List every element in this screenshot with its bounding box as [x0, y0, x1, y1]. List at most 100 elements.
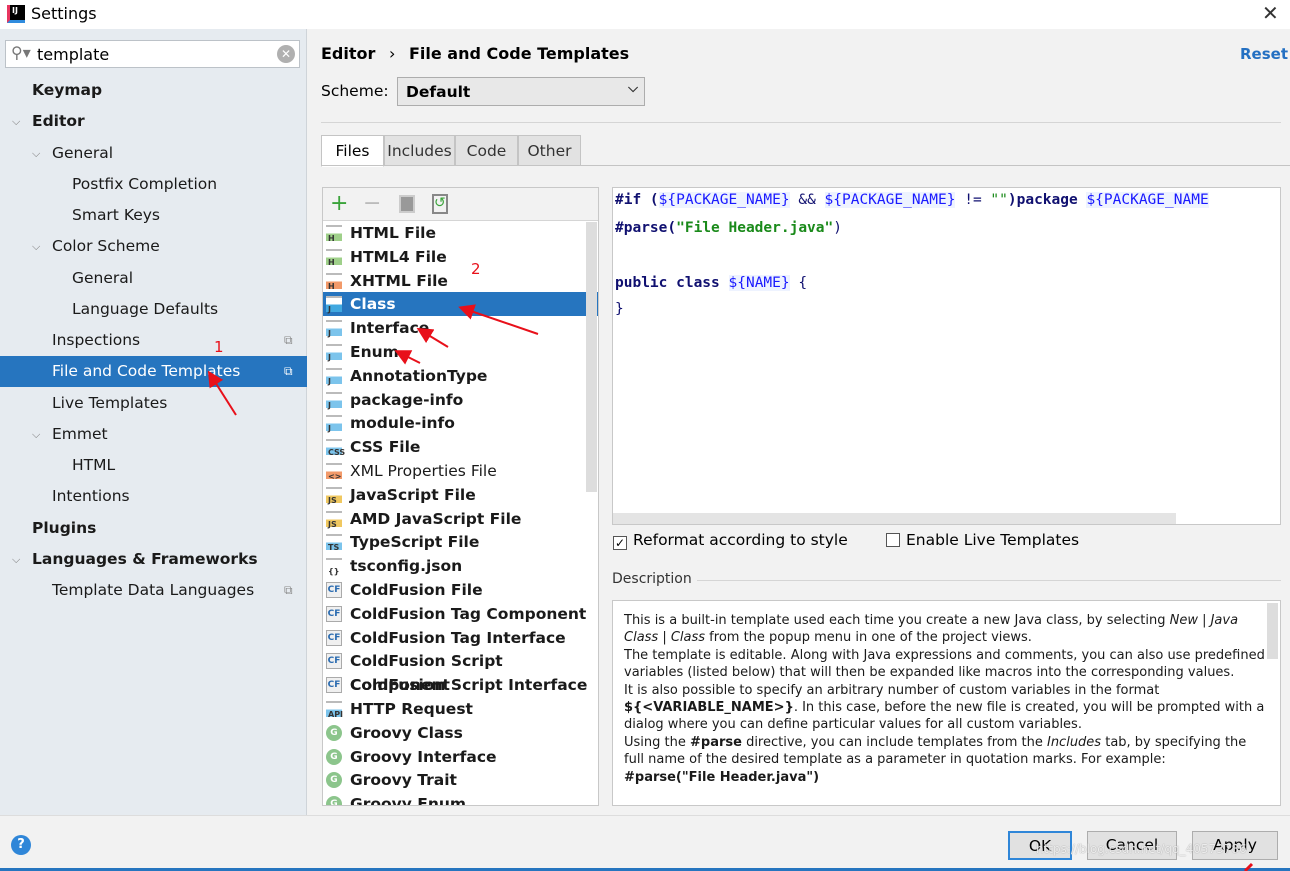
- expand-arrow-icon[interactable]: ⌵: [32, 419, 40, 450]
- scheme-dropdown[interactable]: Default ⌵: [397, 77, 645, 106]
- file-type-icon: J: [326, 367, 342, 385]
- sidebar-item-emmet[interactable]: ⌵ Emmet: [0, 419, 307, 450]
- template-item[interactable]: G Groovy Class: [323, 721, 598, 745]
- code-line-5: }: [615, 301, 624, 317]
- close-window-button[interactable]: ✕: [1262, 1, 1279, 25]
- expand-arrow-icon[interactable]: ⌵: [32, 231, 40, 262]
- file-type-icon: CF: [326, 629, 342, 646]
- template-item[interactable]: CF ColdFusion Tag Component: [323, 602, 598, 626]
- file-type-icon: J: [326, 296, 342, 314]
- sidebar-item-postfix-completion[interactable]: Postfix Completion: [0, 169, 307, 200]
- add-template-button[interactable]: +: [330, 191, 348, 216]
- template-name: AnnotationType: [350, 366, 488, 385]
- divider: [697, 580, 1281, 581]
- file-type-icon: {}: [326, 558, 342, 576]
- sidebar-item-color-scheme[interactable]: ⌵ Color Scheme: [0, 231, 307, 262]
- sidebar-item-template-data-languages[interactable]: Template Data Languages ⧉: [0, 575, 307, 606]
- help-button[interactable]: ?: [11, 835, 31, 855]
- settings-search-input[interactable]: ⚲▾ template ✕: [5, 40, 300, 68]
- list-toolbar: + − ↺: [323, 188, 598, 221]
- template-item[interactable]: Jpackage-info: [323, 388, 598, 412]
- tab-code[interactable]: Code: [455, 135, 518, 166]
- clear-search-icon[interactable]: ✕: [277, 45, 295, 63]
- scheme-value: Default: [406, 83, 471, 101]
- checkbox-checked-icon: ✓: [613, 536, 627, 550]
- sidebar-item-smart-keys[interactable]: Smart Keys: [0, 200, 307, 231]
- template-item[interactable]: Jmodule-info: [323, 411, 598, 435]
- sidebar-item-file-and-code-templates[interactable]: File and Code Templates ⧉: [0, 356, 307, 388]
- sidebar-item-label: Template Data Languages: [52, 581, 255, 599]
- template-name: AMD JavaScript File: [350, 509, 522, 528]
- template-name: HTML4 File: [350, 247, 447, 266]
- sidebar-item-intentions[interactable]: Intentions: [0, 481, 307, 512]
- sidebar-item-keymap[interactable]: Keymap: [0, 75, 307, 106]
- template-item[interactable]: H HTML File: [323, 221, 598, 245]
- template-name: HTTP Request: [350, 700, 473, 718]
- template-item[interactable]: JS JavaScript File: [323, 483, 598, 507]
- template-item[interactable]: CSS CSS File: [323, 435, 598, 459]
- code-line-2: #parse("File Header.java"): [615, 220, 842, 236]
- remove-template-button[interactable]: −: [363, 191, 381, 216]
- live-templates-label: Enable Live Templates: [906, 531, 1080, 549]
- file-type-icon: J: [326, 391, 342, 409]
- template-item[interactable]: G Groovy Interface: [323, 745, 598, 769]
- code-token: &&: [789, 192, 825, 208]
- sidebar-item-live-templates[interactable]: Live Templates: [0, 388, 307, 419]
- reformat-checkbox[interactable]: ✓ Reformat according to style: [613, 531, 848, 550]
- template-item[interactable]: J AnnotationType: [323, 364, 598, 388]
- sidebar-item-general[interactable]: ⌵ General: [0, 138, 307, 169]
- copy-template-button[interactable]: [399, 195, 415, 213]
- template-item[interactable]: J Enum: [323, 340, 598, 364]
- description-scrollbar[interactable]: [1267, 603, 1278, 659]
- reset-link[interactable]: Reset: [1240, 45, 1288, 63]
- template-item[interactable]: CF ColdFusion Script Interface: [323, 673, 598, 697]
- search-value[interactable]: template: [37, 45, 109, 64]
- expand-arrow-icon[interactable]: ⌵: [32, 138, 40, 169]
- sidebar-item-plugins[interactable]: Plugins: [0, 513, 307, 544]
- editor-horizontal-scrollbar[interactable]: [613, 513, 1176, 524]
- sidebar-item-general[interactable]: General: [0, 263, 307, 294]
- sidebar-item-languages-frameworks[interactable]: ⌵ Languages & Frameworks: [0, 544, 307, 575]
- tab-other[interactable]: Other: [518, 135, 581, 166]
- template-item[interactable]: J Interface: [323, 316, 598, 340]
- sidebar-item-html[interactable]: HTML: [0, 450, 307, 481]
- template-name: TypeScript File: [350, 533, 480, 552]
- file-type-icon: G: [326, 748, 342, 765]
- template-item[interactable]: CF ColdFusion File: [323, 578, 598, 602]
- list-scrollbar[interactable]: [586, 222, 597, 492]
- tab-files[interactable]: Files: [321, 135, 384, 167]
- template-name: Enum: [350, 343, 399, 361]
- template-item[interactable]: JS AMD JavaScript File: [323, 507, 598, 531]
- file-type-icon: JS: [326, 510, 342, 528]
- template-item[interactable]: G Groovy Enum: [323, 792, 598, 805]
- template-item[interactable]: API HTTP Request: [323, 697, 598, 721]
- template-item[interactable]: J Class: [323, 292, 598, 317]
- enable-live-templates-checkbox[interactable]: Enable Live Templates: [886, 531, 1079, 549]
- title-bar: [0, 0, 1290, 29]
- template-item[interactable]: TS TypeScript File: [323, 530, 598, 554]
- file-type-icon: TS: [326, 534, 342, 552]
- reset-to-default-button[interactable]: ↺: [432, 194, 448, 214]
- template-item[interactable]: {} tsconfig.json: [323, 554, 598, 578]
- template-item[interactable]: CF ColdFusion Script Component: [323, 649, 598, 694]
- sidebar-item-language-defaults[interactable]: Language Defaults: [0, 294, 307, 325]
- file-type-icon: G: [326, 796, 342, 805]
- template-item[interactable]: H XHTML File: [323, 269, 598, 293]
- desc-text: Using the: [624, 734, 690, 750]
- expand-arrow-icon[interactable]: ⌵: [12, 106, 20, 137]
- desc-text: from the popup menu in one of the projec…: [705, 630, 1032, 646]
- code-token: {: [789, 275, 808, 291]
- sidebar-item-label: Languages & Frameworks: [32, 549, 258, 568]
- template-name: ColdFusion Script Interface: [350, 676, 588, 695]
- sidebar-item-inspections[interactable]: Inspections ⧉: [0, 325, 307, 356]
- template-item[interactable]: G Groovy Trait: [323, 768, 598, 792]
- template-item[interactable]: CF ColdFusion Tag Interface: [323, 626, 598, 650]
- template-name: package-info: [350, 390, 464, 409]
- template-code-editor[interactable]: #if (${PACKAGE_NAME} && ${PACKAGE_NAME} …: [612, 187, 1281, 525]
- sidebar-item-editor[interactable]: ⌵ Editor: [0, 106, 307, 137]
- expand-arrow-icon[interactable]: ⌵: [12, 544, 20, 575]
- template-item[interactable]: H HTML4 File: [323, 245, 598, 269]
- tab-includes[interactable]: Includes: [384, 135, 455, 166]
- template-item[interactable]: <> XML Properties File: [323, 459, 598, 483]
- file-type-icon: JS: [326, 486, 342, 504]
